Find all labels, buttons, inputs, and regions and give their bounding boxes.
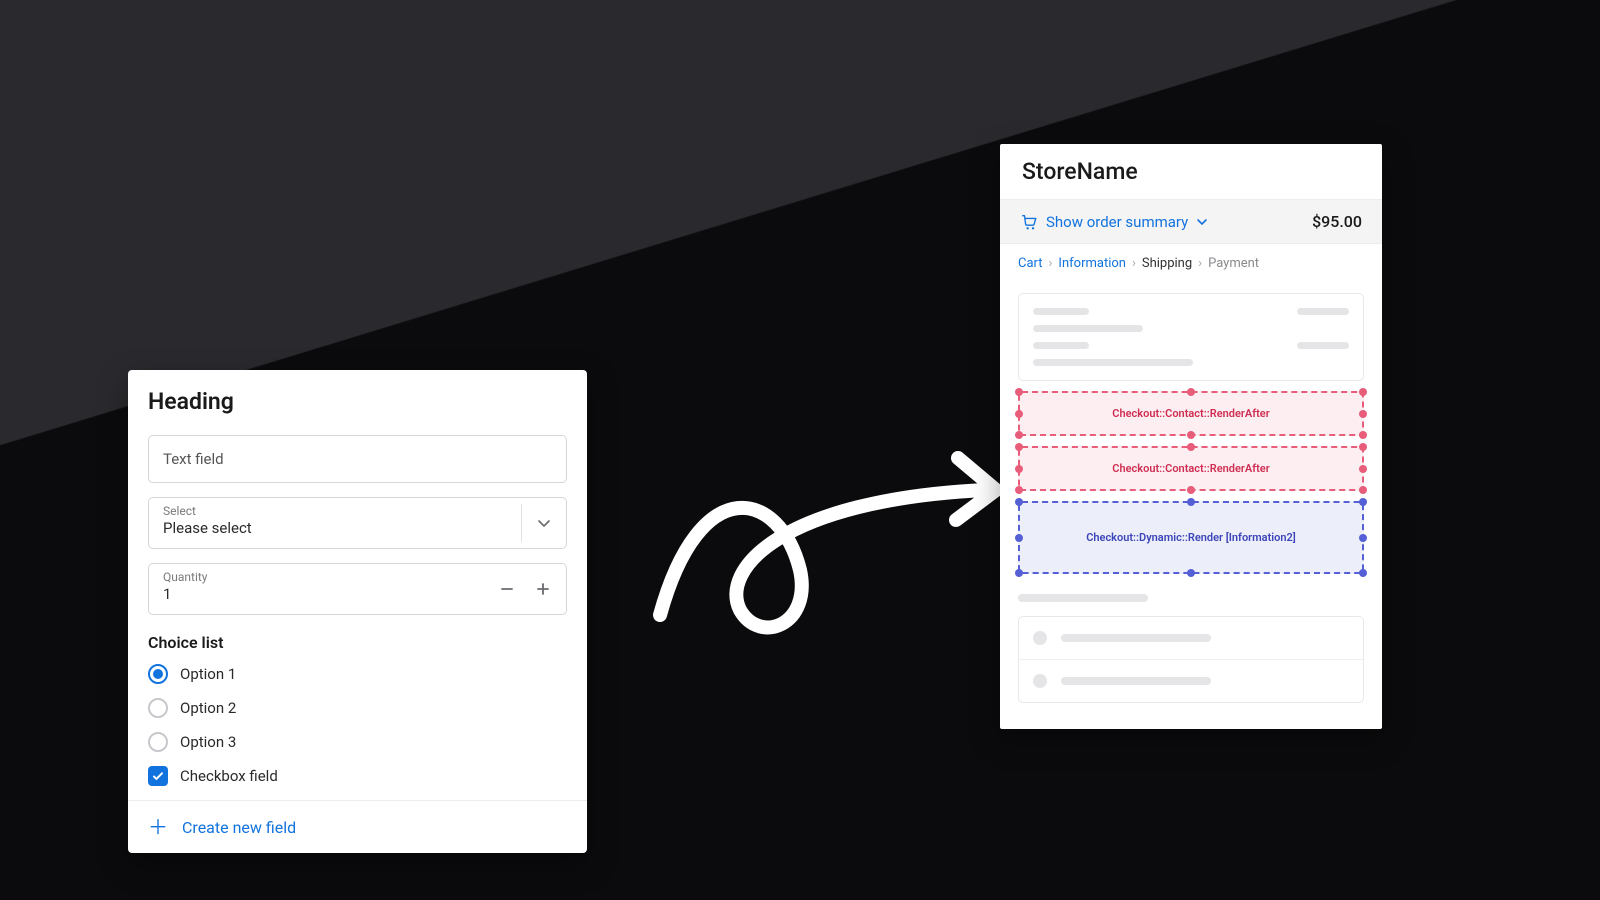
radio-option-3[interactable]: Option 3 xyxy=(148,732,567,752)
order-summary-label: Show order summary xyxy=(1046,213,1188,231)
select-label: Select xyxy=(163,504,520,518)
extension-zone-contact-after-2[interactable]: Checkout::Contact::RenderAfter xyxy=(1018,446,1364,491)
select-value: Please select xyxy=(163,518,520,538)
skeleton-line xyxy=(1033,359,1193,366)
checkbox-label: Checkbox field xyxy=(180,767,278,785)
checkbox-field[interactable]: Checkbox field xyxy=(148,766,567,786)
cart-icon xyxy=(1020,213,1038,231)
chevron-right-icon: › xyxy=(1049,256,1053,271)
skeleton-line xyxy=(1033,308,1089,315)
select-field[interactable]: Select Please select xyxy=(148,497,567,549)
extension-zone-label: Checkout::Contact::RenderAfter xyxy=(1112,462,1269,475)
checkout-panel: StoreName Show order summary $95.00 Cart… xyxy=(1000,144,1382,729)
chevron-down-icon xyxy=(534,513,554,533)
skeleton-line xyxy=(1033,342,1089,349)
quantity-stepper[interactable]: Quantity 1 xyxy=(148,563,567,615)
form-heading: Heading xyxy=(148,388,567,415)
extension-zone-contact-after-1[interactable]: Checkout::Contact::RenderAfter xyxy=(1018,391,1364,436)
list-item xyxy=(1019,617,1363,660)
extension-zone-label: Checkout::Dynamic::Render [Information2] xyxy=(1086,531,1296,544)
checkbox-icon xyxy=(148,766,168,786)
skeleton-line xyxy=(1033,325,1143,332)
skeleton-line xyxy=(1297,342,1349,349)
create-new-field-label: Create new field xyxy=(182,818,296,837)
skeleton-line xyxy=(1297,308,1349,315)
radio-icon xyxy=(148,698,168,718)
skeleton-section xyxy=(1018,293,1364,381)
breadcrumb-information[interactable]: Information xyxy=(1058,256,1126,271)
chevron-down-icon xyxy=(1196,216,1208,228)
chevron-right-icon: › xyxy=(1132,256,1136,271)
skeleton-line xyxy=(1061,677,1211,685)
select-divider xyxy=(521,504,522,542)
radio-option-2[interactable]: Option 2 xyxy=(148,698,567,718)
breadcrumb-cart[interactable]: Cart xyxy=(1018,256,1043,271)
breadcrumb-payment: Payment xyxy=(1208,256,1259,271)
skeleton-list xyxy=(1018,616,1364,703)
text-field[interactable]: Text field xyxy=(148,435,567,483)
quantity-label: Quantity xyxy=(163,570,480,584)
text-field-placeholder: Text field xyxy=(163,450,224,468)
radio-label: Option 1 xyxy=(180,665,236,683)
form-footer: ＋ Create new field xyxy=(128,800,587,853)
store-name: StoreName xyxy=(1022,158,1360,185)
radio-label: Option 2 xyxy=(180,699,236,717)
radio-option-1[interactable]: Option 1 xyxy=(148,664,567,684)
list-item xyxy=(1019,660,1363,702)
breadcrumb-shipping: Shipping xyxy=(1142,256,1192,271)
radio-label: Option 3 xyxy=(180,733,236,751)
minus-icon[interactable] xyxy=(496,578,518,600)
skeleton-line xyxy=(1018,594,1148,602)
plus-icon[interactable] xyxy=(532,578,554,600)
plus-icon: ＋ xyxy=(148,817,168,837)
choice-list-label: Choice list xyxy=(148,633,567,652)
extension-zone-label: Checkout::Contact::RenderAfter xyxy=(1112,407,1269,420)
radio-icon xyxy=(148,732,168,752)
form-panel: Heading Text field Select Please select … xyxy=(128,370,587,853)
extension-zone-dynamic-render[interactable]: Checkout::Dynamic::Render [Information2] xyxy=(1018,501,1364,574)
chevron-right-icon: › xyxy=(1198,256,1202,271)
store-header: StoreName xyxy=(1000,144,1382,199)
quantity-value: 1 xyxy=(163,584,480,604)
order-total: $95.00 xyxy=(1312,212,1362,231)
skeleton-line xyxy=(1061,634,1211,642)
radio-icon xyxy=(148,664,168,684)
order-summary-bar[interactable]: Show order summary $95.00 xyxy=(1000,199,1382,244)
create-new-field-button[interactable]: ＋ Create new field xyxy=(148,817,567,837)
breadcrumb: Cart › Information › Shipping › Payment xyxy=(1000,244,1382,283)
radio-placeholder-icon xyxy=(1033,631,1047,645)
radio-placeholder-icon xyxy=(1033,674,1047,688)
